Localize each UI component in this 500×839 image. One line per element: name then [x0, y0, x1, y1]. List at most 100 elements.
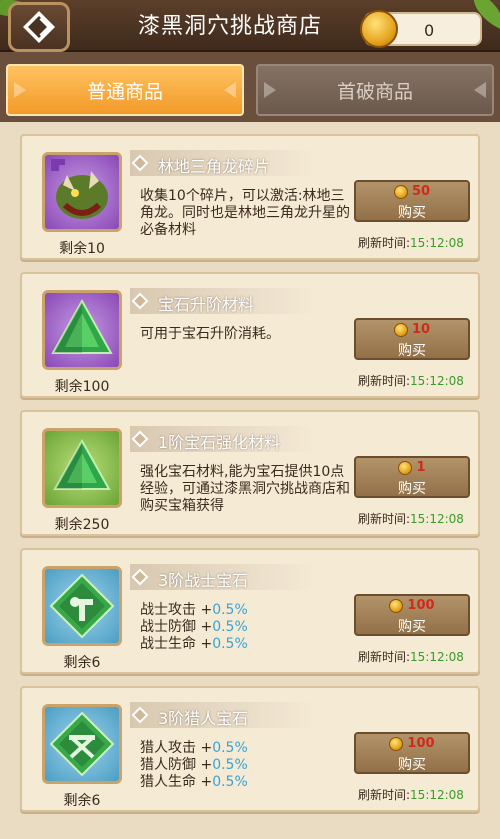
item-name: 3阶战士宝石 — [158, 571, 249, 590]
tab-normal-goods[interactable]: 普通商品 — [6, 64, 244, 116]
green-gem-triangle-icon — [51, 298, 113, 354]
stat-sign: + — [200, 619, 213, 635]
item-price: 100 — [407, 598, 435, 613]
item-name-bar: 林地三角龙碎片 — [130, 150, 316, 176]
item-name: 宝石升阶材料 — [158, 295, 255, 314]
item-price: 1 — [416, 460, 426, 475]
tab-label: 首破商品 — [336, 80, 413, 103]
coin-icon — [360, 10, 398, 48]
item-icon-frame[interactable] — [42, 152, 122, 232]
buy-label: 购买 — [398, 757, 426, 773]
refresh-label: 刷新时间: — [358, 512, 411, 526]
refresh-time: 刷新时间:15:12:08 — [358, 648, 464, 665]
hunter-gem-icon — [49, 711, 115, 777]
stat-sign: + — [200, 636, 213, 652]
coin-icon — [393, 184, 408, 199]
diamond-bullet-icon — [131, 292, 149, 310]
coin-icon — [398, 460, 413, 475]
stat-value: 0.5% — [212, 740, 248, 756]
stat-label: 战士生命 — [140, 636, 196, 652]
diamond-bullet-icon — [131, 568, 149, 586]
item-icon-frame[interactable] — [42, 428, 122, 508]
stat-sign: + — [200, 740, 213, 756]
item-stats: 战士攻击 +0.5% 战士防御 +0.5% 战士生命 +0.5% — [140, 602, 358, 653]
item-description: 可用于宝石升阶消耗。 — [140, 326, 280, 342]
item-icon-frame[interactable] — [42, 704, 122, 784]
buy-button[interactable]: 10 购买 — [354, 318, 470, 360]
top-bar: 漆黑洞穴挑战商店 0 — [0, 0, 500, 52]
currency-value: 0 — [424, 21, 435, 40]
item-price: 10 — [411, 322, 431, 337]
shop-item-card: 剩余10 林地三角龙碎片 收集10个碎片，可以激活:林地三角龙。同时也是林地三角… — [20, 134, 480, 260]
buy-button[interactable]: 50 购买 — [354, 180, 470, 222]
refresh-label: 刷新时间: — [358, 788, 411, 802]
shop-item-card: 剩余250 1阶宝石强化材料 强化宝石材料,能为宝石提供10点经验，可通过漆黑洞… — [20, 410, 480, 536]
stat-line: 猎人攻击 +0.5% — [140, 740, 358, 757]
refresh-time: 刷新时间:15:12:08 — [358, 510, 464, 527]
refresh-time: 刷新时间:15:12:08 — [358, 372, 464, 389]
currency-display: 0 — [360, 10, 482, 48]
item-remaining: 剩余250 — [54, 517, 110, 533]
stat-value: 0.5% — [212, 602, 248, 618]
price-row: 10 — [356, 322, 468, 337]
item-name: 林地三角龙碎片 — [158, 157, 271, 176]
stat-value: 0.5% — [212, 636, 248, 652]
refresh-time-value: 15:12:08 — [410, 374, 464, 388]
item-name: 3阶猎人宝石 — [158, 709, 249, 728]
buy-label: 购买 — [398, 481, 426, 497]
buy-label: 购买 — [398, 343, 426, 359]
refresh-time: 刷新时间:15:12:08 — [358, 234, 464, 251]
coin-icon — [393, 322, 408, 337]
item-remaining: 剩余6 — [63, 655, 101, 671]
refresh-time: 刷新时间:15:12:08 — [358, 786, 464, 803]
stat-value: 0.5% — [212, 757, 248, 773]
buy-button[interactable]: 100 购买 — [354, 594, 470, 636]
coin-icon — [389, 598, 404, 613]
diamond-bullet-icon — [131, 154, 149, 172]
item-remaining: 剩余10 — [59, 241, 105, 257]
item-name-bar: 宝石升阶材料 — [130, 288, 316, 314]
stat-line: 战士攻击 +0.5% — [140, 602, 358, 619]
price-row: 50 — [356, 184, 468, 199]
stat-sign: + — [200, 757, 213, 773]
buy-button[interactable]: 1 购买 — [354, 456, 470, 498]
stat-label: 猎人防御 — [140, 757, 196, 773]
item-price: 100 — [407, 736, 435, 751]
tab-arrow-left — [14, 82, 26, 98]
stat-value: 0.5% — [212, 774, 248, 790]
refresh-time-value: 15:12:08 — [410, 650, 464, 664]
refresh-time-value: 15:12:08 — [410, 512, 464, 526]
stat-label: 猎人攻击 — [140, 740, 196, 756]
refresh-time-value: 15:12:08 — [410, 788, 464, 802]
shop-item-card: 剩余100 宝石升阶材料 可用于宝石升阶消耗。 10 购买 刷新时间:15:12… — [20, 272, 480, 398]
item-name-bar: 3阶战士宝石 — [130, 564, 316, 590]
item-name-bar: 1阶宝石强化材料 — [130, 426, 316, 452]
triceratops-shard-icon — [51, 159, 108, 219]
tab-arrow-right — [224, 82, 236, 98]
stat-line: 猎人防御 +0.5% — [140, 757, 358, 774]
stat-label: 猎人生命 — [140, 774, 196, 790]
tab-first-clear-goods[interactable]: 首破商品 — [256, 64, 494, 116]
shop-item-card: 剩余6 3阶战士宝石 战士攻击 +0.5% 战士防御 +0.5% 战士生命 +0… — [20, 548, 480, 674]
item-remaining: 剩余100 — [54, 379, 110, 395]
item-remaining: 剩余6 — [63, 793, 101, 809]
buy-label: 购买 — [398, 619, 426, 635]
item-description: 收集10个碎片，可以激活:林地三角龙。同时也是林地三角龙升星的必备材料 — [140, 188, 350, 238]
tab-bar: 普通商品 首破商品 — [0, 52, 500, 122]
price-row: 100 — [356, 598, 468, 613]
price-row: 1 — [356, 460, 468, 475]
refresh-time-value: 15:12:08 — [410, 236, 464, 250]
back-button[interactable] — [8, 2, 70, 52]
warrior-gem-icon — [49, 573, 115, 639]
stat-line: 战士生命 +0.5% — [140, 636, 358, 653]
item-icon-frame[interactable] — [42, 290, 122, 370]
diamond-bullet-icon — [131, 430, 149, 448]
tab-label: 普通商品 — [86, 80, 163, 103]
stat-sign: + — [200, 774, 213, 790]
diamond-bullet-icon — [131, 706, 149, 724]
item-icon-frame[interactable] — [42, 566, 122, 646]
item-price: 50 — [411, 184, 431, 199]
stat-label: 战士攻击 — [140, 602, 196, 618]
buy-button[interactable]: 100 购买 — [354, 732, 470, 774]
coin-icon — [389, 736, 404, 751]
